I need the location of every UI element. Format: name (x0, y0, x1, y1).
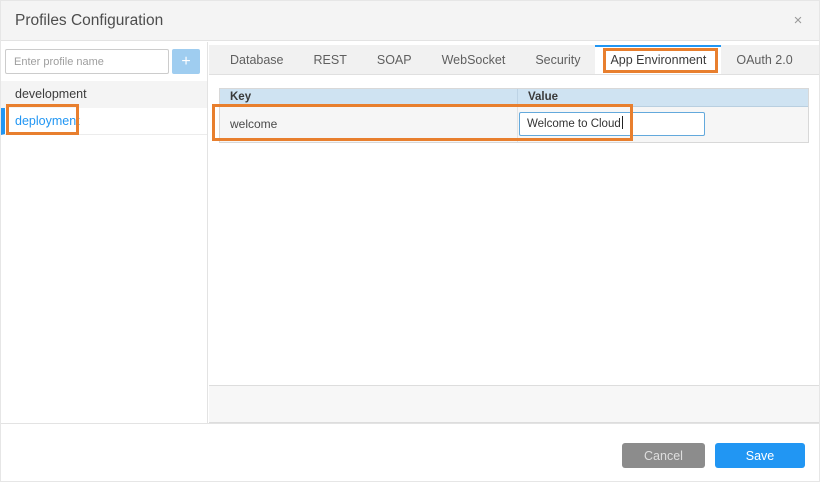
profile-item-development[interactable]: development (1, 81, 207, 108)
close-icon[interactable]: × (787, 1, 809, 41)
tab-soap[interactable]: SOAP (362, 45, 427, 74)
value-cell: Welcome to Cloud (517, 107, 808, 142)
tab-security[interactable]: Security (520, 45, 595, 74)
tab-rest[interactable]: REST (299, 45, 362, 74)
service-tabbar: Database REST SOAP WebSocket Security Ap… (209, 45, 819, 75)
content-footer-strip (209, 385, 819, 423)
column-header-value: Value (517, 89, 808, 106)
tab-oauth2[interactable]: OAuth 2.0 (721, 45, 807, 74)
profile-list: development deployment (1, 81, 207, 135)
table-header-row: Key Value (220, 89, 808, 107)
column-header-key: Key (220, 89, 517, 106)
value-input-text: Welcome to Cloud (527, 118, 621, 130)
key-cell: welcome (220, 107, 517, 142)
cancel-button[interactable]: Cancel (622, 443, 705, 468)
table-row: welcome Welcome to Cloud (220, 107, 808, 142)
text-caret (622, 116, 623, 129)
dialog-title: Profiles Configuration (15, 1, 163, 41)
dialog-footer: Cancel Save (1, 423, 819, 482)
tab-websocket[interactable]: WebSocket (427, 45, 521, 74)
add-profile-button[interactable]: + (172, 49, 200, 74)
profile-item-deployment[interactable]: deployment (1, 108, 207, 135)
profile-content-panel: Database REST SOAP WebSocket Security Ap… (209, 42, 819, 423)
value-input[interactable]: Welcome to Cloud (519, 112, 705, 136)
profiles-configuration-dialog: Profiles Configuration × + development d… (0, 0, 820, 482)
app-environment-table: Key Value welcome Welcome to Cloud (219, 88, 809, 143)
save-button[interactable]: Save (715, 443, 805, 468)
profiles-sidebar: + development deployment (1, 42, 208, 423)
tab-database[interactable]: Database (215, 45, 299, 74)
dialog-header: Profiles Configuration × (1, 1, 819, 41)
tab-app-environment[interactable]: App Environment (595, 45, 721, 74)
profile-name-input[interactable] (5, 49, 169, 74)
